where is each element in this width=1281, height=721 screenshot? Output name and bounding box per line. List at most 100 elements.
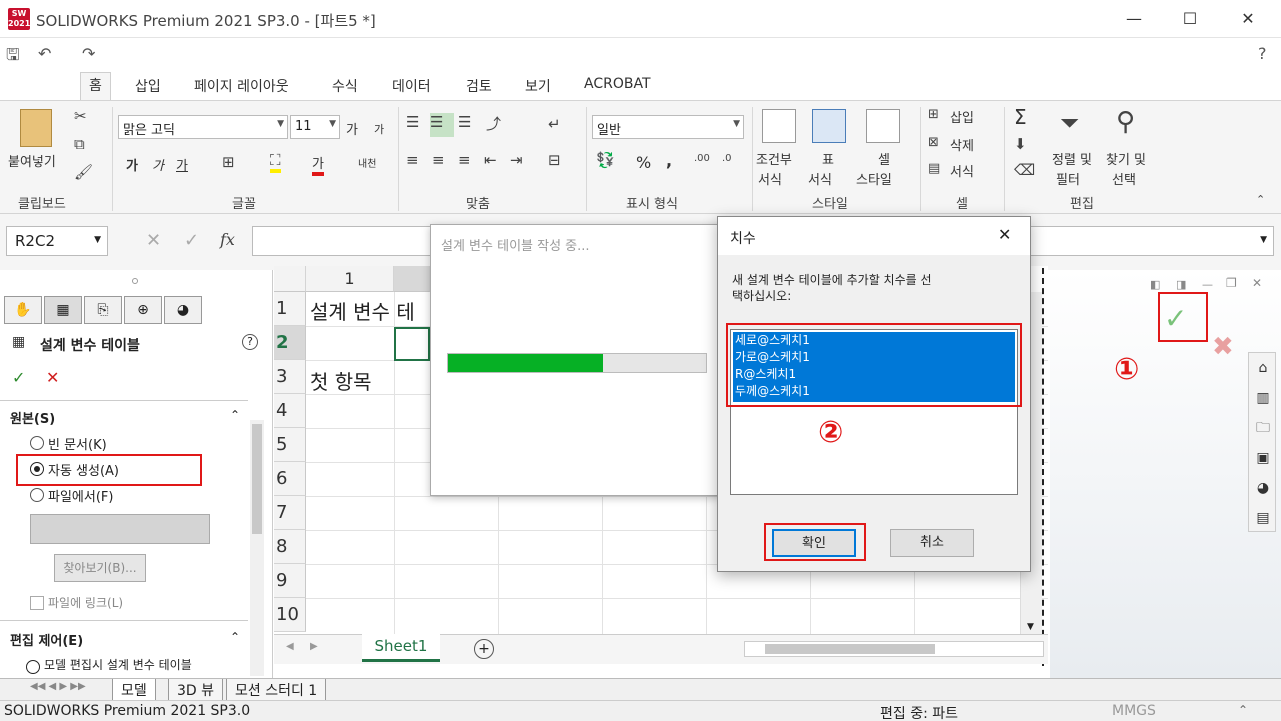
autosum-icon[interactable]: Σ [1014,105,1027,129]
insert-cells-button[interactable]: 삽입 [950,107,974,126]
tab-model[interactable]: 모델 [112,679,156,701]
insert-function-icon[interactable]: fx [220,230,235,249]
tab-3d-view[interactable]: 3D 뷰 [168,679,224,701]
number-format-combo[interactable]: 일반 ▼ [592,115,744,139]
undo-icon[interactable]: ↶ [38,44,51,63]
panel-ok-button[interactable]: ✓ [12,368,25,387]
cut-icon[interactable]: ✂ [74,107,87,125]
panel-cancel-button[interactable]: ✕ [46,368,59,387]
radio-blank-doc[interactable] [30,436,44,450]
feature-manager-tab-icon[interactable]: ✋ [4,296,42,324]
italic-button[interactable]: 가 [152,155,164,174]
collapse-section-icon[interactable]: ⌃ [230,630,240,644]
clear-icon[interactable]: ⌫ [1014,161,1035,179]
tab-motion-study[interactable]: 모션 스터디 1 [226,679,327,701]
prev-sheet-icon[interactable]: ◀ [286,641,294,652]
cell-r1c1[interactable]: 설계 변수 테 [310,296,415,325]
row-header[interactable]: 8 [274,530,306,564]
conditional-format-button[interactable]: 조건부 [756,149,792,168]
cancel-formula-icon[interactable]: ✕ [146,230,161,251]
minimize-button[interactable]: — [1111,6,1157,32]
align-center-icon[interactable]: ≡ [432,151,445,169]
font-name-combo[interactable]: 맑은 고딕 ▼ [118,115,288,139]
currency-icon[interactable]: 💱 [596,151,615,169]
active-cell-r2c2[interactable] [394,327,430,361]
help-icon[interactable]: ? [1258,44,1267,63]
paste-icon[interactable] [20,109,52,147]
config-manager-tab-icon[interactable]: ⎘ [84,296,122,324]
cell-r3c1[interactable]: 첫 항목 [310,366,372,395]
enter-formula-icon[interactable]: ✓ [184,230,199,251]
row-header[interactable]: 6 [274,462,306,496]
panel-scrollbar[interactable] [250,420,264,676]
status-arrow-icon[interactable]: ⌃ [1238,703,1248,717]
orientation-icon[interactable]: ⤴ [486,113,501,134]
radio-edit-option[interactable] [26,660,40,674]
font-shrink-button[interactable]: 가 [374,121,384,137]
wrap-text-icon[interactable]: ↵ [548,115,561,133]
decrease-decimal-icon[interactable]: .0 [722,153,732,164]
align-right-icon[interactable]: ≡ [458,151,471,169]
cancel-button[interactable]: 취소 [890,529,974,557]
format-cells-button[interactable]: 서식 [950,161,974,180]
row-header[interactable]: 1 [274,292,306,326]
font-size-combo[interactable]: 11 ▼ [290,115,340,139]
row-header[interactable]: 5 [274,428,306,462]
comma-button[interactable]: , [666,151,672,170]
sheet-tab-sheet1[interactable]: Sheet1 [362,634,440,662]
library-icon[interactable]: ▥ [1252,387,1274,409]
dialog-close-button[interactable]: ✕ [998,225,1011,244]
panel-close-icon[interactable]: ✕ [1252,276,1262,290]
align-middle-icon[interactable]: ☰ [430,113,454,137]
cell-styles-button-line2[interactable]: 스타일 [856,169,892,188]
cell-styles-icon[interactable] [866,109,900,143]
decrease-indent-icon[interactable]: ⇤ [484,151,497,169]
find-select-button-line2[interactable]: 선택 [1112,169,1136,188]
sort-filter-icon[interactable]: ⏷ [1060,109,1079,137]
collapse-ribbon-icon[interactable]: ⌃ [1256,193,1265,206]
collapse-section-icon[interactable]: ⌃ [230,408,240,422]
align-left-icon[interactable]: ≡ [406,151,419,169]
row-header[interactable]: 9 [274,564,306,598]
conditional-format-icon[interactable] [762,109,796,143]
cell-styles-button[interactable]: 셀 [878,149,890,168]
add-sheet-button[interactable]: + [474,639,494,659]
font-color-button[interactable]: 가 [312,153,324,176]
font-grow-button[interactable]: 가 [346,119,358,138]
dimxpert-tab-icon[interactable]: ⊕ [124,296,162,324]
sort-filter-button-line2[interactable]: 필터 [1056,169,1080,188]
appearance-icon[interactable]: ◕ [1252,477,1274,499]
phonetic-button[interactable]: 내천 [358,155,376,170]
redo-icon[interactable]: ↷ [82,44,95,63]
view-prev-icon[interactable]: ◧ [1150,278,1160,291]
row-header[interactable]: 7 [274,496,306,530]
conditional-format-button-line2[interactable]: 서식 [758,169,782,188]
format-cells-icon[interactable]: ▤ [928,161,940,176]
row-header[interactable]: 4 [274,394,306,428]
panel-minimize-icon[interactable]: — [1202,278,1213,291]
row-header[interactable]: 2 [274,326,306,360]
select-all-corner[interactable] [274,266,306,292]
maximize-button[interactable]: ☐ [1167,6,1213,32]
tab-scroll-icons[interactable]: ◀◀ ◀ ▶ ▶▶ [30,681,86,692]
underline-button[interactable]: 가 [176,155,188,174]
fill-icon[interactable]: ⬇ [1014,135,1027,153]
close-button[interactable]: ✕ [1225,6,1271,32]
name-box[interactable]: R2C2 ▼ [6,226,108,256]
format-as-table-icon[interactable] [812,109,846,143]
next-sheet-icon[interactable]: ▶ [310,641,318,652]
view-next-icon[interactable]: ◨ [1176,278,1186,291]
radio-from-file[interactable] [30,488,44,502]
copy-icon[interactable]: ⧉ [74,135,85,153]
column-header[interactable] [394,266,430,292]
format-painter-icon[interactable]: 🖌 [74,163,93,181]
find-select-button[interactable]: 찾기 및 [1106,149,1146,168]
tab-home[interactable]: 홈 [80,72,111,101]
sort-filter-button[interactable]: 정렬 및 [1052,149,1092,168]
row-header[interactable]: 3 [274,360,306,394]
insert-cells-icon[interactable]: ⊞ [928,107,939,122]
increase-indent-icon[interactable]: ⇥ [510,151,523,169]
increase-decimal-icon[interactable]: .00 [694,153,710,164]
bold-button[interactable]: 가 [126,155,138,174]
binoculars-icon[interactable]: ⚲ [1116,107,1135,137]
